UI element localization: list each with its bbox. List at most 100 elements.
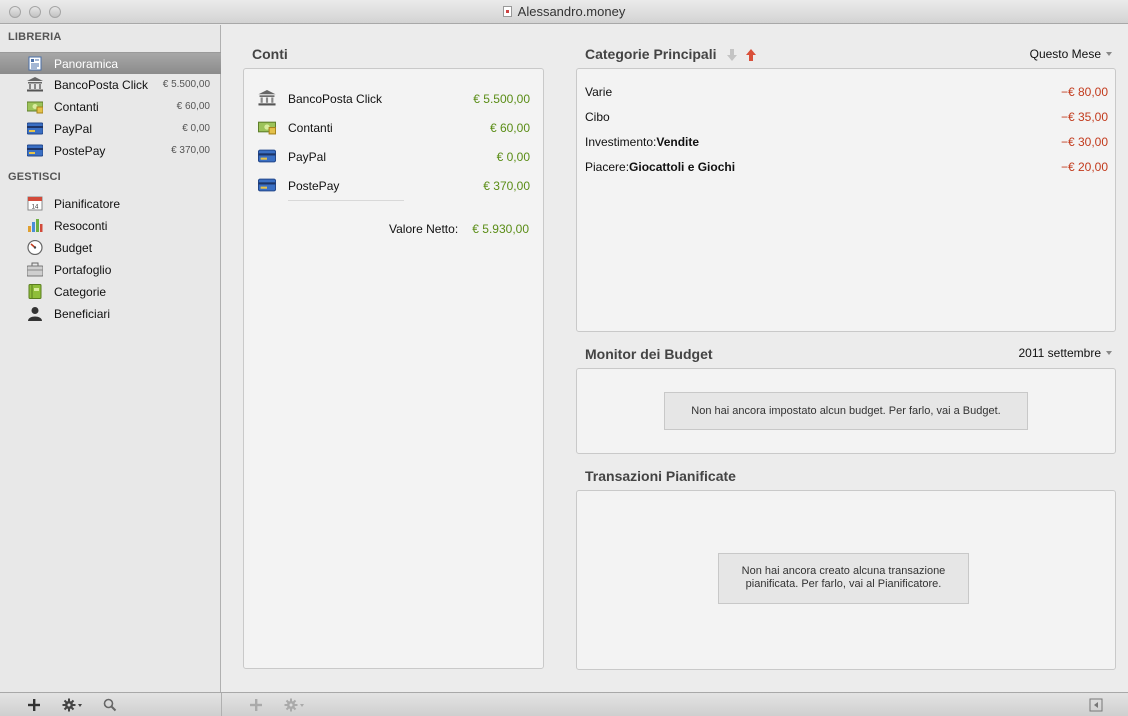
category-amount: −€ 20,00: [1060, 160, 1108, 174]
budget-period-dropdown[interactable]: 2011 settembre: [1018, 346, 1112, 360]
chevron-down-icon: [1106, 52, 1112, 56]
sidebar-add-icon[interactable]: [26, 697, 42, 713]
sidebar: LIBRERIA Panoramica BancoPosta Click € 5…: [0, 25, 221, 692]
main-content: Conti BancoPosta Click € 5.500,00 Contan…: [222, 25, 1128, 692]
account-name: PayPal: [288, 150, 327, 164]
sidebar-item-amount: € 370,00: [171, 145, 210, 156]
net-worth-value: € 5.930,00: [472, 222, 529, 236]
budget-empty-text: Non hai ancora impostato alcun budget. P…: [691, 405, 1001, 417]
bottom-toolbar: [0, 692, 1128, 716]
briefcase-icon: [27, 262, 43, 277]
sidebar-item-payees[interactable]: Beneficiari: [0, 303, 221, 325]
library-heading: LIBRERIA: [8, 31, 62, 43]
main-add-icon[interactable]: [248, 697, 264, 713]
sidebar-item-label: Budget: [54, 241, 93, 255]
sidebar-item-label: Categorie: [54, 285, 107, 299]
account-balance: € 370,00: [483, 179, 530, 193]
accounts-title: Conti: [252, 46, 288, 62]
bank-icon: [27, 77, 43, 92]
person-icon: [28, 307, 42, 321]
sidebar-item-overview[interactable]: Panoramica: [0, 52, 221, 74]
gauge-icon: [27, 240, 43, 255]
sidebar-item-postepay[interactable]: PostePay € 370,00: [0, 140, 221, 162]
sidebar-item-label: Portafoglio: [54, 263, 112, 277]
sidebar-item-bancoposta[interactable]: BancoPosta Click € 5.500,00: [0, 74, 221, 96]
top-categories-panel: Varie −€ 80,00 Cibo −€ 35,00 Investiment…: [576, 68, 1116, 332]
category-row[interactable]: Cibo −€ 35,00: [585, 108, 1108, 128]
main-gear-icon[interactable]: [284, 697, 306, 713]
category-row[interactable]: Piacere:Giocattoli e Giochi −€ 20,00: [585, 158, 1108, 178]
scheduled-empty-message[interactable]: Non hai ancora creato alcuna transazione…: [718, 553, 969, 604]
category-row[interactable]: Varie −€ 80,00: [585, 83, 1108, 103]
window-title-wrap: Alessandro.money: [0, 4, 1128, 19]
categories-period-dropdown[interactable]: Questo Mese: [1030, 47, 1112, 61]
search-icon[interactable]: [103, 697, 117, 713]
category-amount: −€ 80,00: [1060, 85, 1108, 99]
account-row[interactable]: PostePay € 370,00: [258, 175, 530, 197]
sidebar-item-label: PayPal: [54, 122, 93, 136]
account-row[interactable]: BancoPosta Click € 5.500,00: [258, 88, 530, 110]
category-name: Varie: [585, 85, 613, 99]
category-amount: −€ 35,00: [1060, 110, 1108, 124]
category-name: Piacere:Giocattoli e Giochi: [585, 160, 736, 174]
sidebar-gear-icon[interactable]: [62, 697, 84, 713]
title-bar: Alessandro.money: [0, 0, 1128, 24]
sidebar-item-amount: € 0,00: [182, 123, 210, 134]
account-balance: € 0,00: [496, 150, 530, 164]
credit-card-icon: [27, 122, 43, 135]
account-name: Contanti: [288, 121, 333, 135]
category-name: Cibo: [585, 110, 610, 124]
bar-chart-icon: [28, 219, 43, 232]
category-name: Investimento:Vendite: [585, 135, 700, 149]
sidebar-item-label: PostePay: [54, 144, 106, 158]
svg-text:14: 14: [32, 205, 39, 211]
sidebar-item-label: Panoramica: [54, 57, 119, 71]
budget-empty-message[interactable]: Non hai ancora impostato alcun budget. P…: [664, 392, 1028, 430]
sidebar-item-portfolio[interactable]: Portafoglio: [0, 259, 221, 281]
sidebar-item-amount: € 5.500,00: [162, 79, 210, 90]
account-name: BancoPosta Click: [288, 92, 383, 106]
sidebar-item-label: Contanti: [54, 100, 99, 114]
budget-period-value: 2011 settembre: [1018, 346, 1102, 360]
sidebar-item-label: BancoPosta Click: [54, 78, 149, 92]
budget-monitor-panel: Non hai ancora impostato alcun budget. P…: [576, 368, 1116, 454]
sidebar-item-reports[interactable]: Resoconti: [0, 215, 221, 237]
divider: [288, 200, 404, 201]
account-row[interactable]: PayPal € 0,00: [258, 146, 530, 168]
overview-icon: [28, 56, 42, 71]
document-icon: [502, 6, 512, 17]
sidebar-item-label: Beneficiari: [54, 307, 111, 321]
sidebar-item-paypal[interactable]: PayPal € 0,00: [0, 118, 221, 140]
cash-icon: [258, 121, 276, 135]
accounts-panel: BancoPosta Click € 5.500,00 Contanti € 6…: [243, 68, 544, 669]
divider: [221, 693, 222, 716]
category-row[interactable]: Investimento:Vendite −€ 30,00: [585, 133, 1108, 153]
sidebar-item-planner[interactable]: 14 Pianificatore: [0, 193, 221, 215]
sort-down-arrow-icon[interactable]: [727, 49, 737, 61]
budget-monitor-title: Monitor dei Budget: [585, 346, 713, 362]
sidebar-item-amount: € 60,00: [176, 101, 210, 112]
top-categories-title: Categorie Principali: [585, 46, 717, 62]
bank-icon: [258, 90, 276, 106]
sidebar-item-budget[interactable]: Budget: [0, 237, 221, 259]
account-name: PostePay: [288, 179, 340, 193]
sidebar-item-label: Resoconti: [54, 219, 108, 233]
categories-period-value: Questo Mese: [1029, 47, 1101, 61]
net-worth-label: Valore Netto:: [389, 222, 459, 236]
sort-up-arrow-icon[interactable]: [746, 49, 756, 61]
sidebar-item-categories[interactable]: Categorie: [0, 281, 221, 303]
account-row[interactable]: Contanti € 60,00: [258, 117, 530, 139]
sidebar-item-contanti[interactable]: Contanti € 60,00: [0, 96, 221, 118]
scheduled-transactions-panel: Non hai ancora creato alcuna transazione…: [576, 490, 1116, 670]
manage-heading: GESTISCI: [8, 171, 61, 183]
account-balance: € 60,00: [489, 121, 530, 135]
scheduled-empty-text-line2: pianificata. Per farlo, vai al Pianifica…: [745, 578, 942, 590]
category-amount: −€ 30,00: [1060, 135, 1108, 149]
toggle-panel-icon[interactable]: [1089, 697, 1103, 713]
credit-card-icon: [27, 144, 43, 157]
account-balance: € 5.500,00: [473, 92, 530, 106]
cash-icon: [27, 101, 43, 114]
window-title: Alessandro.money: [517, 4, 626, 19]
credit-card-icon: [258, 178, 276, 192]
sidebar-item-label: Pianificatore: [54, 197, 121, 211]
